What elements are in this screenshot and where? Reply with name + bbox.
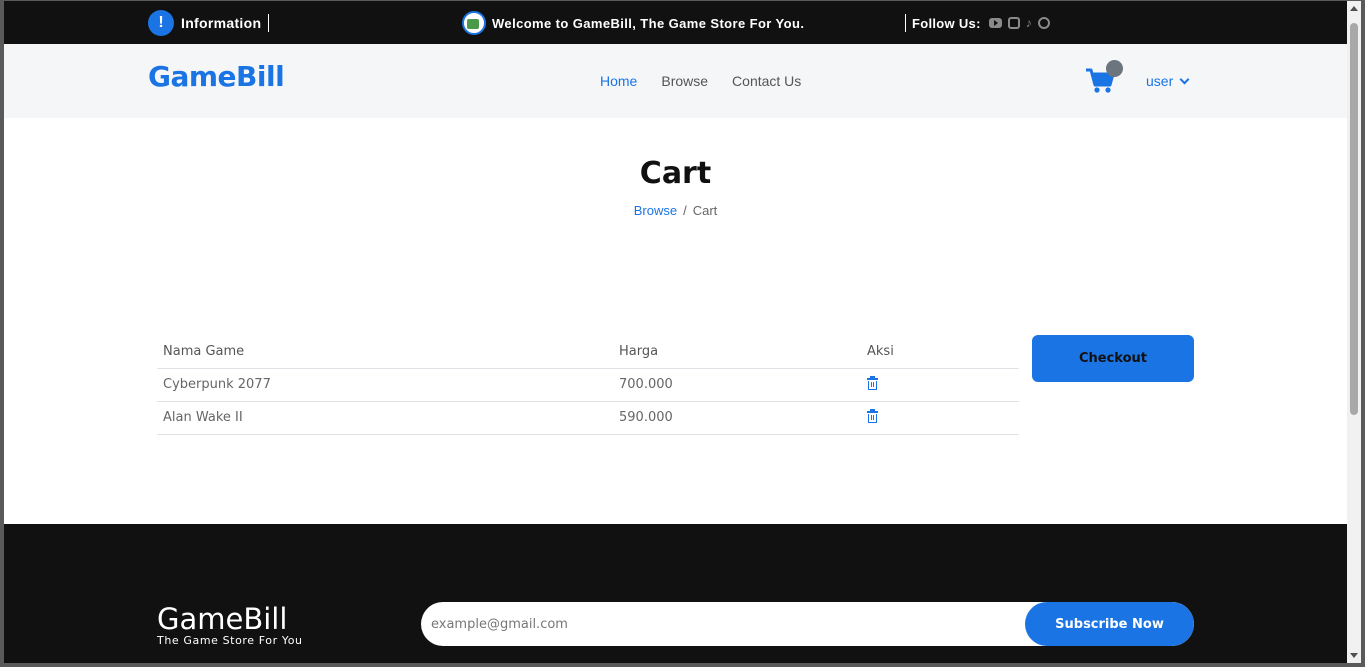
welcome-text: Welcome to GameBill, The Game Store For … — [492, 15, 805, 31]
footer: GameBill The Game Store For You Subscrib… — [4, 524, 1347, 663]
trash-icon[interactable] — [867, 376, 878, 390]
user-dropdown[interactable]: user — [1146, 73, 1190, 89]
top-info-bar: ! Information Welcome to GameBill, The G… — [4, 1, 1347, 44]
browser-viewport: ! Information Welcome to GameBill, The G… — [4, 1, 1347, 663]
info-section: ! Information — [148, 10, 270, 36]
chevron-down-icon — [1179, 74, 1190, 84]
trash-icon[interactable] — [867, 409, 878, 423]
tiktok-icon[interactable]: ♪ — [1026, 17, 1032, 29]
cell-action — [861, 401, 1019, 435]
cart-table: Nama Game Harga Aksi Cyberpunk 2077 700.… — [157, 336, 1019, 435]
breadcrumb-browse[interactable]: Browse — [634, 203, 677, 218]
info-label: Information — [181, 15, 262, 31]
nav-links: Home Browse Contact Us — [600, 73, 801, 89]
scrollbar-thumb[interactable] — [1350, 23, 1358, 415]
footer-brand: GameBill — [157, 602, 288, 636]
table-row: Alan Wake II 590.000 — [157, 401, 1019, 435]
follow-label: Follow Us: — [912, 15, 981, 31]
scroll-down-icon[interactable] — [1350, 653, 1358, 658]
nav-link-home[interactable]: Home — [600, 73, 637, 89]
cell-price: 700.000 — [613, 368, 861, 402]
vertical-scrollbar[interactable] — [1347, 1, 1361, 663]
main-navbar: GameBill Home Browse Contact Us user — [4, 44, 1347, 118]
table-header-row: Nama Game Harga Aksi — [157, 336, 1019, 369]
page-title: Cart — [639, 156, 712, 191]
youtube-icon[interactable] — [988, 18, 1002, 28]
cell-action — [861, 368, 1019, 402]
subscribe-button[interactable]: Subscribe Now — [1025, 602, 1194, 646]
cart-button[interactable] — [1085, 60, 1123, 96]
footer-tagline: The Game Store For You — [157, 634, 303, 647]
instagram-icon[interactable] — [1007, 17, 1020, 29]
breadcrumb: Browse / Cart — [4, 203, 1347, 218]
email-input[interactable] — [421, 602, 1031, 646]
checkout-button[interactable]: Checkout — [1032, 335, 1194, 382]
subscribe-form: Subscribe Now — [421, 602, 1194, 646]
breadcrumb-separator: / — [683, 203, 687, 218]
nav-link-browse[interactable]: Browse — [661, 73, 708, 89]
exclamation-icon: ! — [148, 10, 174, 36]
divider — [905, 14, 906, 32]
follow-section: Follow Us: ♪ — [905, 14, 1050, 32]
divider — [268, 14, 270, 32]
table-row: Cyberpunk 2077 700.000 — [157, 368, 1019, 402]
cell-game-name: Alan Wake II — [157, 401, 613, 435]
social-links: ♪ — [988, 17, 1050, 29]
scroll-up-icon[interactable] — [1350, 6, 1358, 11]
header-aksi: Aksi — [861, 336, 1019, 369]
globe-icon — [462, 11, 486, 35]
welcome-section: Welcome to GameBill, The Game Store For … — [462, 11, 804, 35]
brand-logo[interactable]: GameBill — [148, 60, 285, 93]
whatsapp-icon[interactable] — [1037, 17, 1050, 29]
header-nama-game: Nama Game — [157, 336, 613, 369]
breadcrumb-current: Cart — [692, 203, 718, 218]
user-label: user — [1146, 73, 1174, 89]
cart-badge — [1106, 60, 1123, 77]
cell-price: 590.000 — [613, 401, 861, 435]
nav-link-contact-us[interactable]: Contact Us — [732, 73, 801, 89]
cell-game-name: Cyberpunk 2077 — [157, 368, 613, 402]
header-harga: Harga — [613, 336, 861, 369]
